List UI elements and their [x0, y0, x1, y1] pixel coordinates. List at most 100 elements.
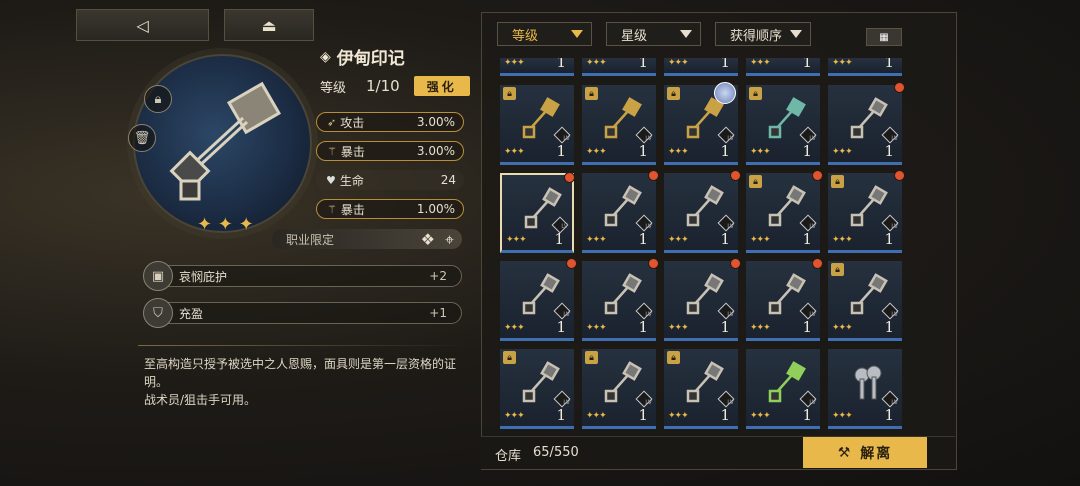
- chevron-down-icon: [571, 30, 583, 38]
- rarity-stars: ✦✦✦: [506, 235, 527, 245]
- inventory-item-card[interactable]: 🔒︎ LV ✦✦✦ 1: [828, 170, 905, 253]
- inventory-item-card[interactable]: LV ✦✦✦ 1: [664, 258, 741, 341]
- stat-label: 攻击: [340, 115, 365, 130]
- lock-icon: 🔒︎: [667, 351, 680, 364]
- filter-star-dropdown[interactable]: 星级: [606, 22, 701, 46]
- inventory-item-card[interactable]: ✦✦✦ 1: [500, 58, 574, 76]
- heart-icon: ♥: [326, 173, 336, 187]
- item-title: ◈ 伊甸印记: [320, 44, 405, 70]
- chevron-down-icon: [790, 30, 802, 38]
- stat-value: 3.00%: [416, 115, 455, 129]
- enhance-button[interactable]: 强化: [413, 76, 470, 96]
- stat-value: 3.00%: [416, 144, 455, 158]
- new-badge: [730, 170, 741, 181]
- inventory-item-card[interactable]: 🔒︎ LV ✦✦✦ 1: [828, 261, 902, 341]
- rarity-stars: ✦✦✦: [586, 147, 607, 157]
- inventory-item-card[interactable]: 🔒︎ LV ✦✦✦ 1: [664, 82, 738, 165]
- lock-icon: 🔒︎: [749, 175, 762, 188]
- inventory-item-card[interactable]: LV ✦✦✦ 1: [582, 170, 659, 253]
- tactician-class-icon[interactable]: ❖: [421, 230, 435, 250]
- dismantle-icon: ⚒: [837, 444, 853, 461]
- inventory-item-card[interactable]: ✦✦✦ 1: [746, 58, 820, 76]
- item-level: 1: [720, 318, 730, 336]
- chevron-down-icon: [680, 30, 692, 38]
- lv-tag: LV: [891, 135, 898, 142]
- rarity-stars: ✦✦✦: [586, 411, 607, 421]
- inventory-item-card[interactable]: 🔒︎ LV ✦✦✦ 1: [746, 170, 823, 253]
- lock-icon: 🔒︎: [503, 87, 516, 100]
- item-level: 1: [720, 142, 730, 160]
- filter-level-dropdown[interactable]: 等级: [497, 22, 592, 46]
- lv-tag: LV: [563, 311, 570, 318]
- stat-crit-2: ⚚ 暴击 1.00%: [316, 199, 464, 219]
- inventory-item-card[interactable]: ✦✦✦ 1: [582, 58, 656, 76]
- shield-icon: ⛉: [143, 298, 173, 328]
- lock-icon: 🔒︎: [831, 263, 844, 276]
- rarity-stars: ✦ ✦ ✦: [197, 214, 254, 235]
- lock-icon: 🔒︎: [503, 351, 516, 364]
- lock-icon: 🔒︎: [585, 351, 598, 364]
- sniper-class-icon[interactable]: ⌖: [445, 230, 454, 250]
- lock-icon: 🔒︎: [154, 91, 162, 107]
- inventory-item-card[interactable]: ✦✦✦ 1: [828, 58, 902, 76]
- inventory-item-card[interactable]: LV ✦✦✦ 1: [746, 258, 823, 341]
- rarity-stars: ✦✦✦: [504, 147, 525, 157]
- inventory-item-card[interactable]: LV ✦✦✦ 1: [828, 82, 905, 165]
- new-badge: [812, 170, 823, 181]
- item-level: 1: [556, 58, 566, 71]
- rarity-stars: ✦✦✦: [832, 235, 853, 245]
- inventory-item-card[interactable]: 🔒︎ LV ✦✦✦ 1: [746, 85, 820, 165]
- inventory-item-card[interactable]: LV ✦✦✦ 1: [664, 170, 741, 253]
- perk-row[interactable]: ⛉ 充盈 +1: [143, 298, 462, 328]
- lv-tag: LV: [561, 223, 568, 230]
- perk-value: +1: [429, 306, 447, 320]
- rarity-stars: ✦✦✦: [504, 58, 525, 68]
- lv-tag: LV: [645, 399, 652, 406]
- inventory-item-card[interactable]: LV ✦✦✦ 1: [746, 349, 820, 429]
- inventory-item-card[interactable]: 🔒︎ LV ✦✦✦ 1: [582, 349, 656, 429]
- item-level: 1: [802, 230, 812, 248]
- back-button[interactable]: ◁: [76, 9, 209, 41]
- rarity-stars: ✦✦✦: [832, 58, 853, 68]
- home-button[interactable]: ⏏: [224, 9, 314, 41]
- inventory-item-card[interactable]: 🔒︎ LV ✦✦✦ 1: [500, 85, 574, 165]
- stat-label: 暴击: [340, 202, 365, 217]
- item-level: 1: [720, 230, 730, 248]
- lock-toggle[interactable]: 🔒︎: [144, 85, 172, 113]
- trash-icon: 🗑︎: [133, 130, 151, 146]
- rarity-stars: ✦✦✦: [750, 323, 771, 333]
- inventory-item-card[interactable]: LV ✦✦✦ 1: [500, 258, 577, 341]
- perk-row[interactable]: ▣ 哀悯庇护 +2: [143, 261, 462, 291]
- new-badge: [894, 170, 905, 181]
- item-level: 1: [802, 318, 812, 336]
- rarity-stars: ✦✦✦: [668, 147, 689, 157]
- trash-button[interactable]: 🗑︎: [128, 124, 156, 152]
- stat-crit: ⚚ 暴击 3.00%: [316, 141, 464, 161]
- new-badge: [730, 258, 741, 269]
- item-level: 1: [884, 142, 894, 160]
- inventory-item-card[interactable]: 🔒︎ LV ✦✦✦ 1: [582, 85, 656, 165]
- rarity-stars: ✦✦✦: [668, 323, 689, 333]
- stat-attack: ➶ 攻击 3.00%: [316, 112, 464, 132]
- inventory-item-card[interactable]: ✦✦✦ 1: [664, 58, 738, 76]
- filter-order-dropdown[interactable]: 获得顺序: [715, 22, 811, 46]
- item-type-icon: ◈: [320, 48, 331, 65]
- storage-count: 65/550: [533, 445, 579, 460]
- inventory-item-card[interactable]: LV ✦✦✦ 1: [828, 349, 902, 429]
- new-badge: [566, 258, 577, 269]
- rarity-stars: ✦✦✦: [586, 235, 607, 245]
- release-button[interactable]: ⚒ 解离: [803, 437, 927, 468]
- rarity-stars: ✦✦✦: [668, 411, 689, 421]
- inventory-item-card[interactable]: LV ✦✦✦ 1: [500, 172, 575, 253]
- inventory-item-card[interactable]: 🔒︎ LV ✦✦✦ 1: [500, 349, 574, 429]
- lv-tag: LV: [891, 223, 898, 230]
- stat-hp: ♥ 生命 24: [316, 170, 464, 190]
- grid-view-toggle[interactable]: ▦: [866, 28, 902, 46]
- lv-tag: LV: [563, 399, 570, 406]
- inventory-item-card[interactable]: LV ✦✦✦ 1: [582, 258, 659, 341]
- class-limit-label: 职业限定: [286, 232, 335, 247]
- item-level: 1: [638, 230, 648, 248]
- item-level: 1: [884, 406, 894, 424]
- item-level: 1: [884, 318, 894, 336]
- inventory-item-card[interactable]: 🔒︎ LV ✦✦✦ 1: [664, 349, 738, 429]
